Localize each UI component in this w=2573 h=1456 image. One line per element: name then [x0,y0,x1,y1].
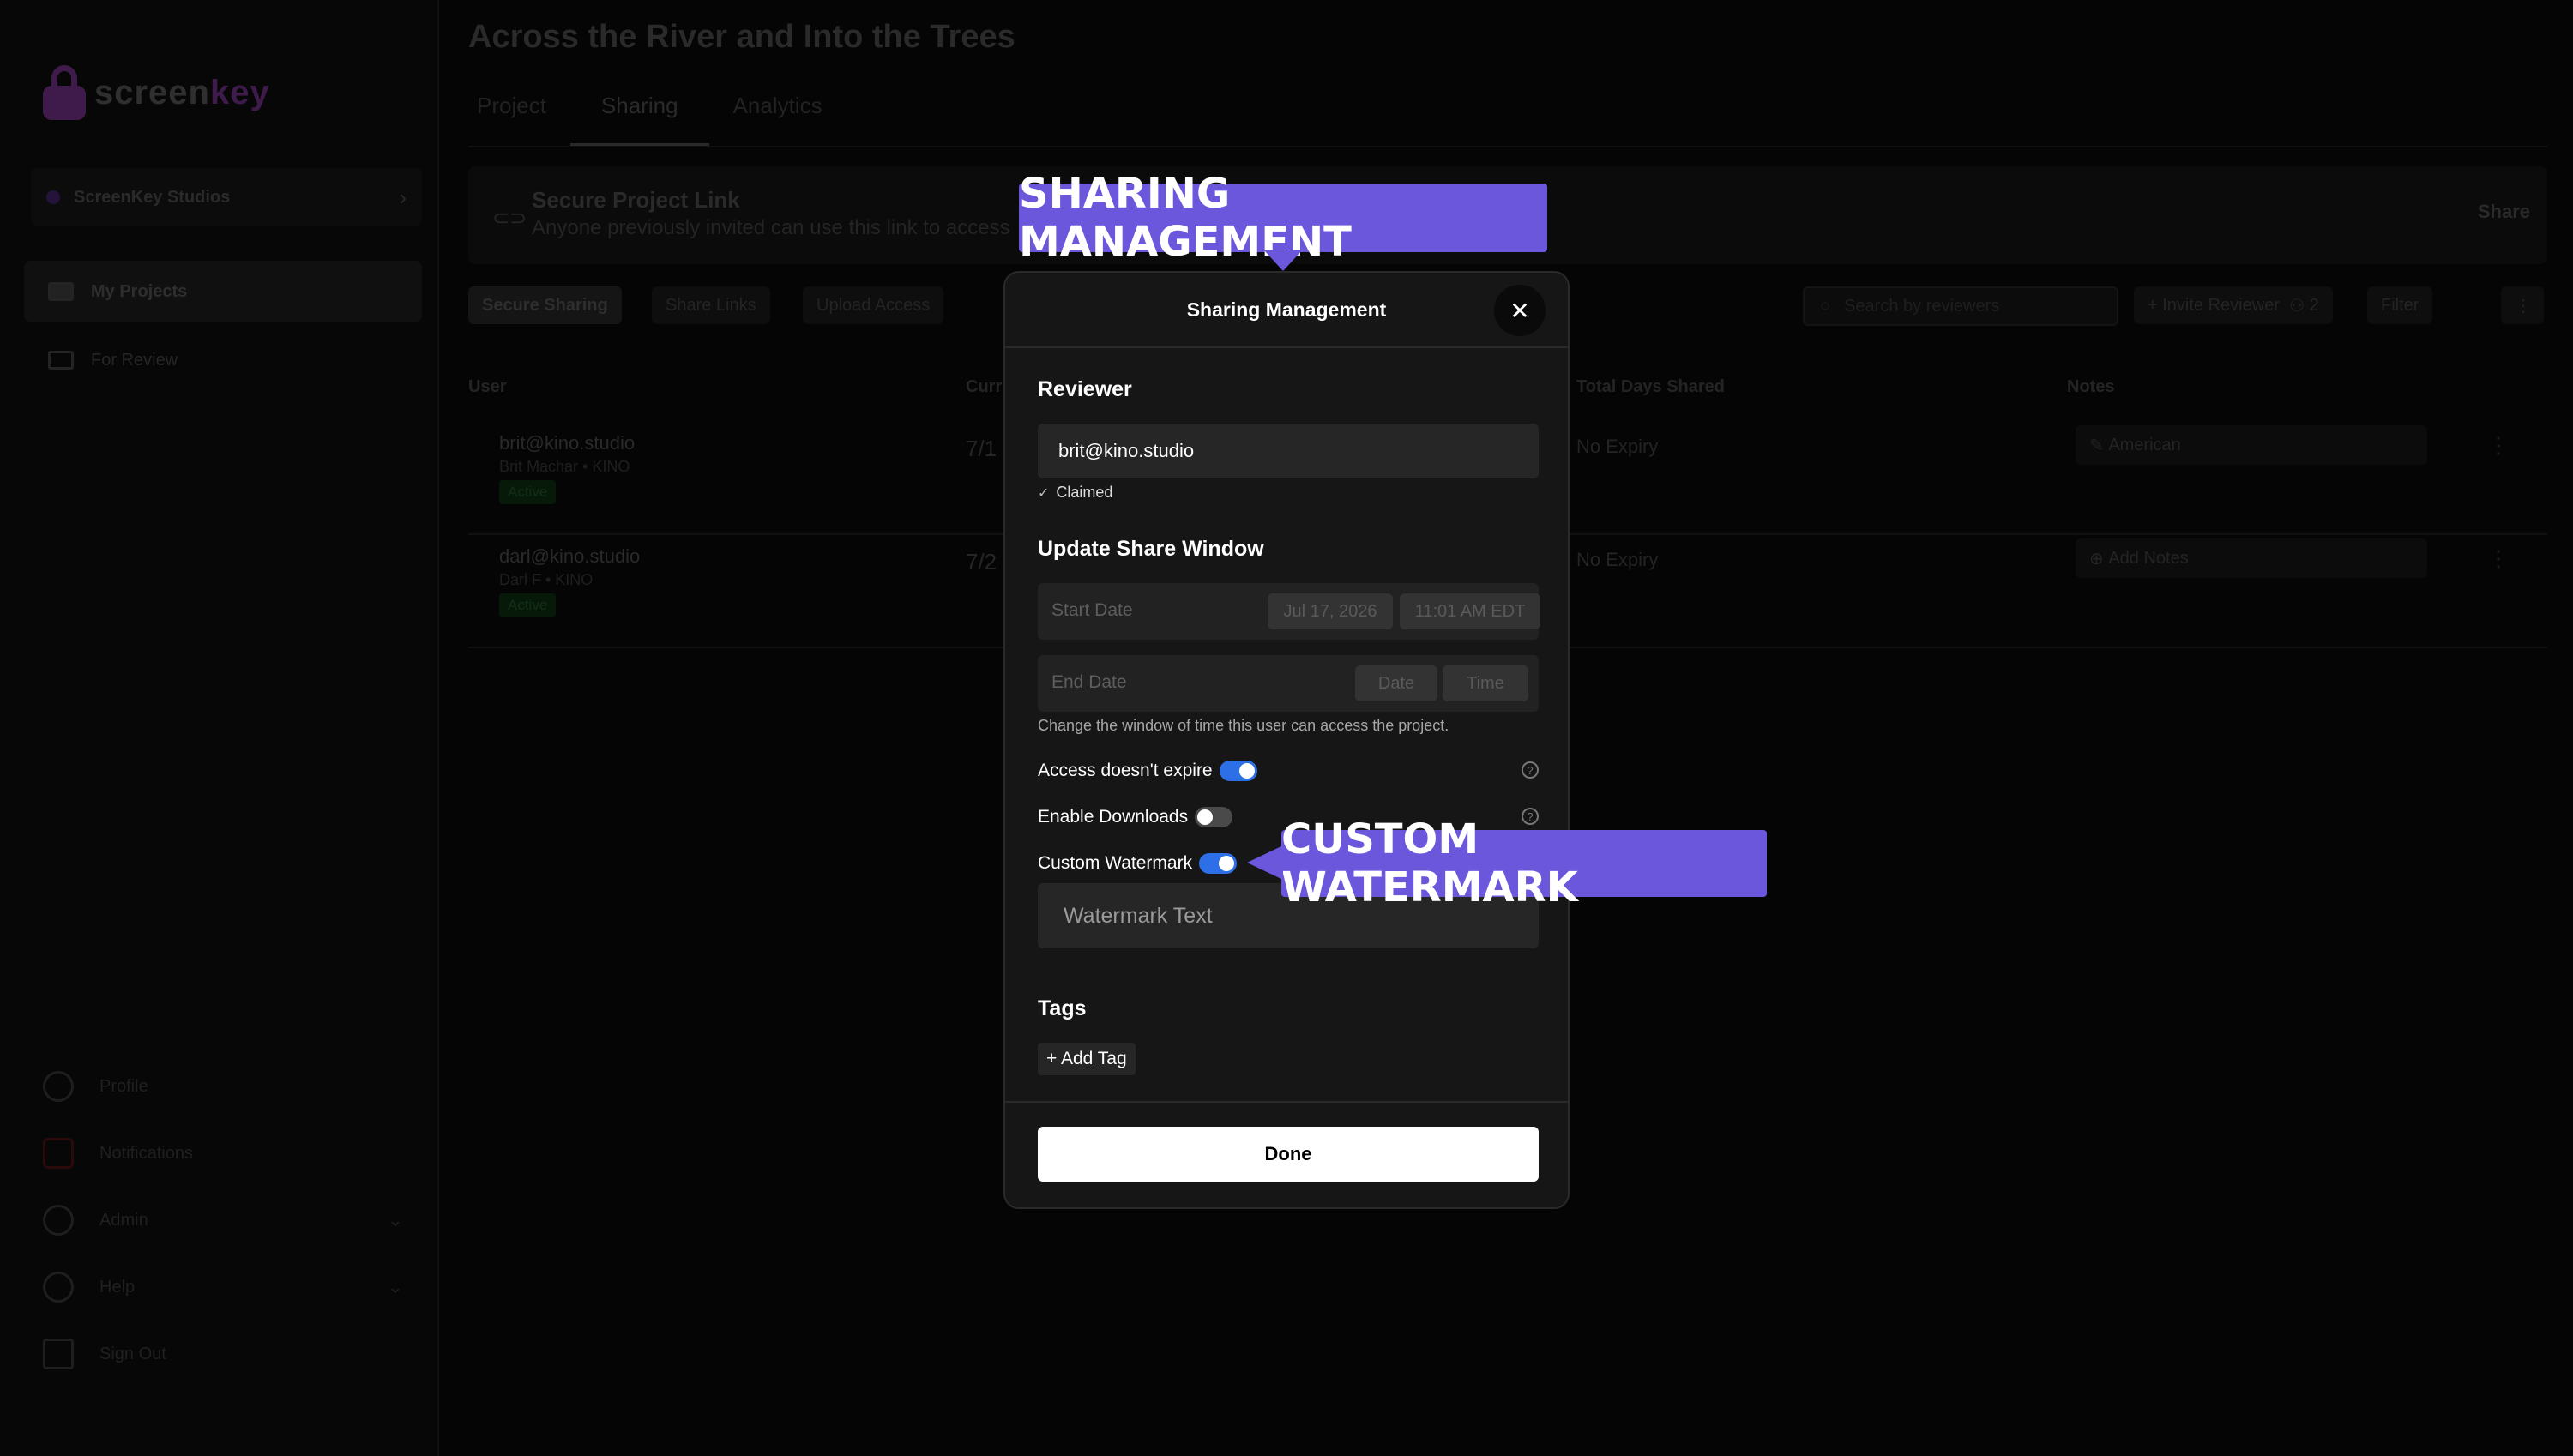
help-circle-icon [43,1272,74,1303]
lock-logo-icon [43,65,86,120]
sharing-management-modal: Sharing Management ✕ Reviewer brit@kino.… [1003,271,1570,1209]
enable-downloads-toggle[interactable] [1195,807,1233,827]
row-menu-icon[interactable]: ⋮ [2487,432,2510,459]
tab-project[interactable]: Project [477,93,546,147]
chevron-right-icon: › [399,184,407,210]
custom-watermark-toggle[interactable] [1199,853,1238,874]
chip-upload-access[interactable]: Upload Access [803,286,944,324]
tab-sharing[interactable]: Sharing [569,93,709,147]
pencil-icon: ✎ [2089,436,2104,455]
logo: screenkey [43,65,270,120]
search-icon: ○ [1820,296,1831,316]
end-date-field[interactable]: End Date Date Time [1038,655,1539,712]
help-icon[interactable]: ? [1522,761,1539,779]
bell-icon [43,1138,74,1169]
profile-icon [43,1071,74,1102]
end-time-picker[interactable]: Time [1443,665,1528,701]
filter-button[interactable]: Filter [2367,286,2433,324]
tags-label: Tags [1038,996,1087,1020]
add-tag-button[interactable]: + Add Tag [1038,1043,1136,1075]
sidebar-item-notifications[interactable]: Notifications [43,1132,403,1175]
tabs-divider [468,146,2547,147]
chevron-down-icon: ⌄ [387,1209,403,1230]
end-date-picker[interactable]: Date [1355,665,1437,701]
modal-header: Sharing Management ✕ [1005,273,1568,348]
col-current: Curr [966,377,1003,396]
status-badge: Active [499,593,557,617]
folder-icon [48,282,74,301]
chip-secure-sharing[interactable]: Secure Sharing [468,286,622,324]
sign-out-icon [43,1339,74,1369]
status-badge: Active [499,480,557,504]
modal-title: Sharing Management [1186,298,1387,321]
reviewer-email-field[interactable]: brit@kino.studio [1038,424,1539,478]
notes-field[interactable]: ✎ American [2076,425,2427,465]
banner-subtitle: Anyone previously invited can use this l… [532,216,1010,239]
tab-analytics[interactable]: Analytics [733,93,823,147]
reviewer-label: Reviewer [1038,377,1132,401]
start-date-label: Start Date [1051,600,1133,620]
col-total-days: Total Days Shared [1576,377,1726,396]
project-tabs: Project Sharing Analytics [477,93,823,147]
end-date-label: End Date [1051,672,1127,692]
link-icon: ⊂⊃ [492,207,527,230]
review-icon [48,351,74,370]
share-window-label: Update Share Window [1038,537,1264,561]
sidebar-item-profile[interactable]: Profile [43,1065,403,1108]
notes-field[interactable]: ⊕ Add Notes [2076,538,2427,578]
start-time-picker[interactable]: 11:01 AM EDT [1400,593,1540,629]
chip-share-links[interactable]: Share Links [652,286,770,324]
close-icon[interactable]: ✕ [1494,285,1546,336]
search-input[interactable]: ○ Search by reviewers [1803,286,2118,326]
col-user: User [468,377,507,396]
col-notes: Notes [2067,377,2115,396]
workspace-name: ScreenKey Studios [74,187,231,207]
workspace-icon [46,190,60,204]
sidebar-item-sign-out[interactable]: Sign Out [43,1333,403,1375]
claimed-status: ✓ Claimed [1038,484,1113,501]
row-menu-icon[interactable]: ⋮ [2487,545,2510,572]
sidebar-item-my-projects[interactable]: My Projects [24,261,422,322]
start-date-picker[interactable]: Jul 17, 2026 [1268,593,1393,629]
access-no-expire-toggle[interactable] [1219,761,1257,781]
sidebar-item-admin[interactable]: Admin ⌄ [43,1199,403,1242]
check-icon: ✓ [1038,485,1050,501]
admin-icon [43,1205,74,1236]
workspace-switcher[interactable]: ScreenKey Studios › [31,168,422,226]
sidebar-item-for-review[interactable]: For Review [24,329,422,391]
share-window-help: Change the window of time this user can … [1038,717,1449,734]
sidebar-item-help[interactable]: Help ⌄ [43,1266,403,1309]
add-note-icon: ⊕ [2089,549,2104,569]
invite-reviewer-button[interactable]: + Invite Reviewer ⚇ 2 [2134,286,2333,324]
done-button[interactable]: Done [1038,1127,1539,1182]
callout-sharing-management: SHARING MANAGEMENT [1019,170,1547,271]
more-options-icon[interactable]: ⋮ [2501,286,2544,324]
chevron-down-icon: ⌄ [387,1276,403,1297]
callout-custom-watermark: CUSTOM WATERMARK [1247,815,1767,912]
sidebar: screenkey ScreenKey Studios › My Project… [0,0,439,1456]
user-icon: ⚇ [2289,296,2305,316]
access-no-expire-row: Access doesn't expire ? [1038,756,1539,785]
start-date-field[interactable]: Start Date Jul 17, 2026 11:01 AM EDT [1038,583,1540,640]
share-link-button[interactable]: Share [2478,201,2530,223]
modal-footer-divider [1005,1101,1568,1103]
banner-title: Secure Project Link [532,187,740,213]
project-title: Across the River and Into the Trees [468,19,1015,55]
